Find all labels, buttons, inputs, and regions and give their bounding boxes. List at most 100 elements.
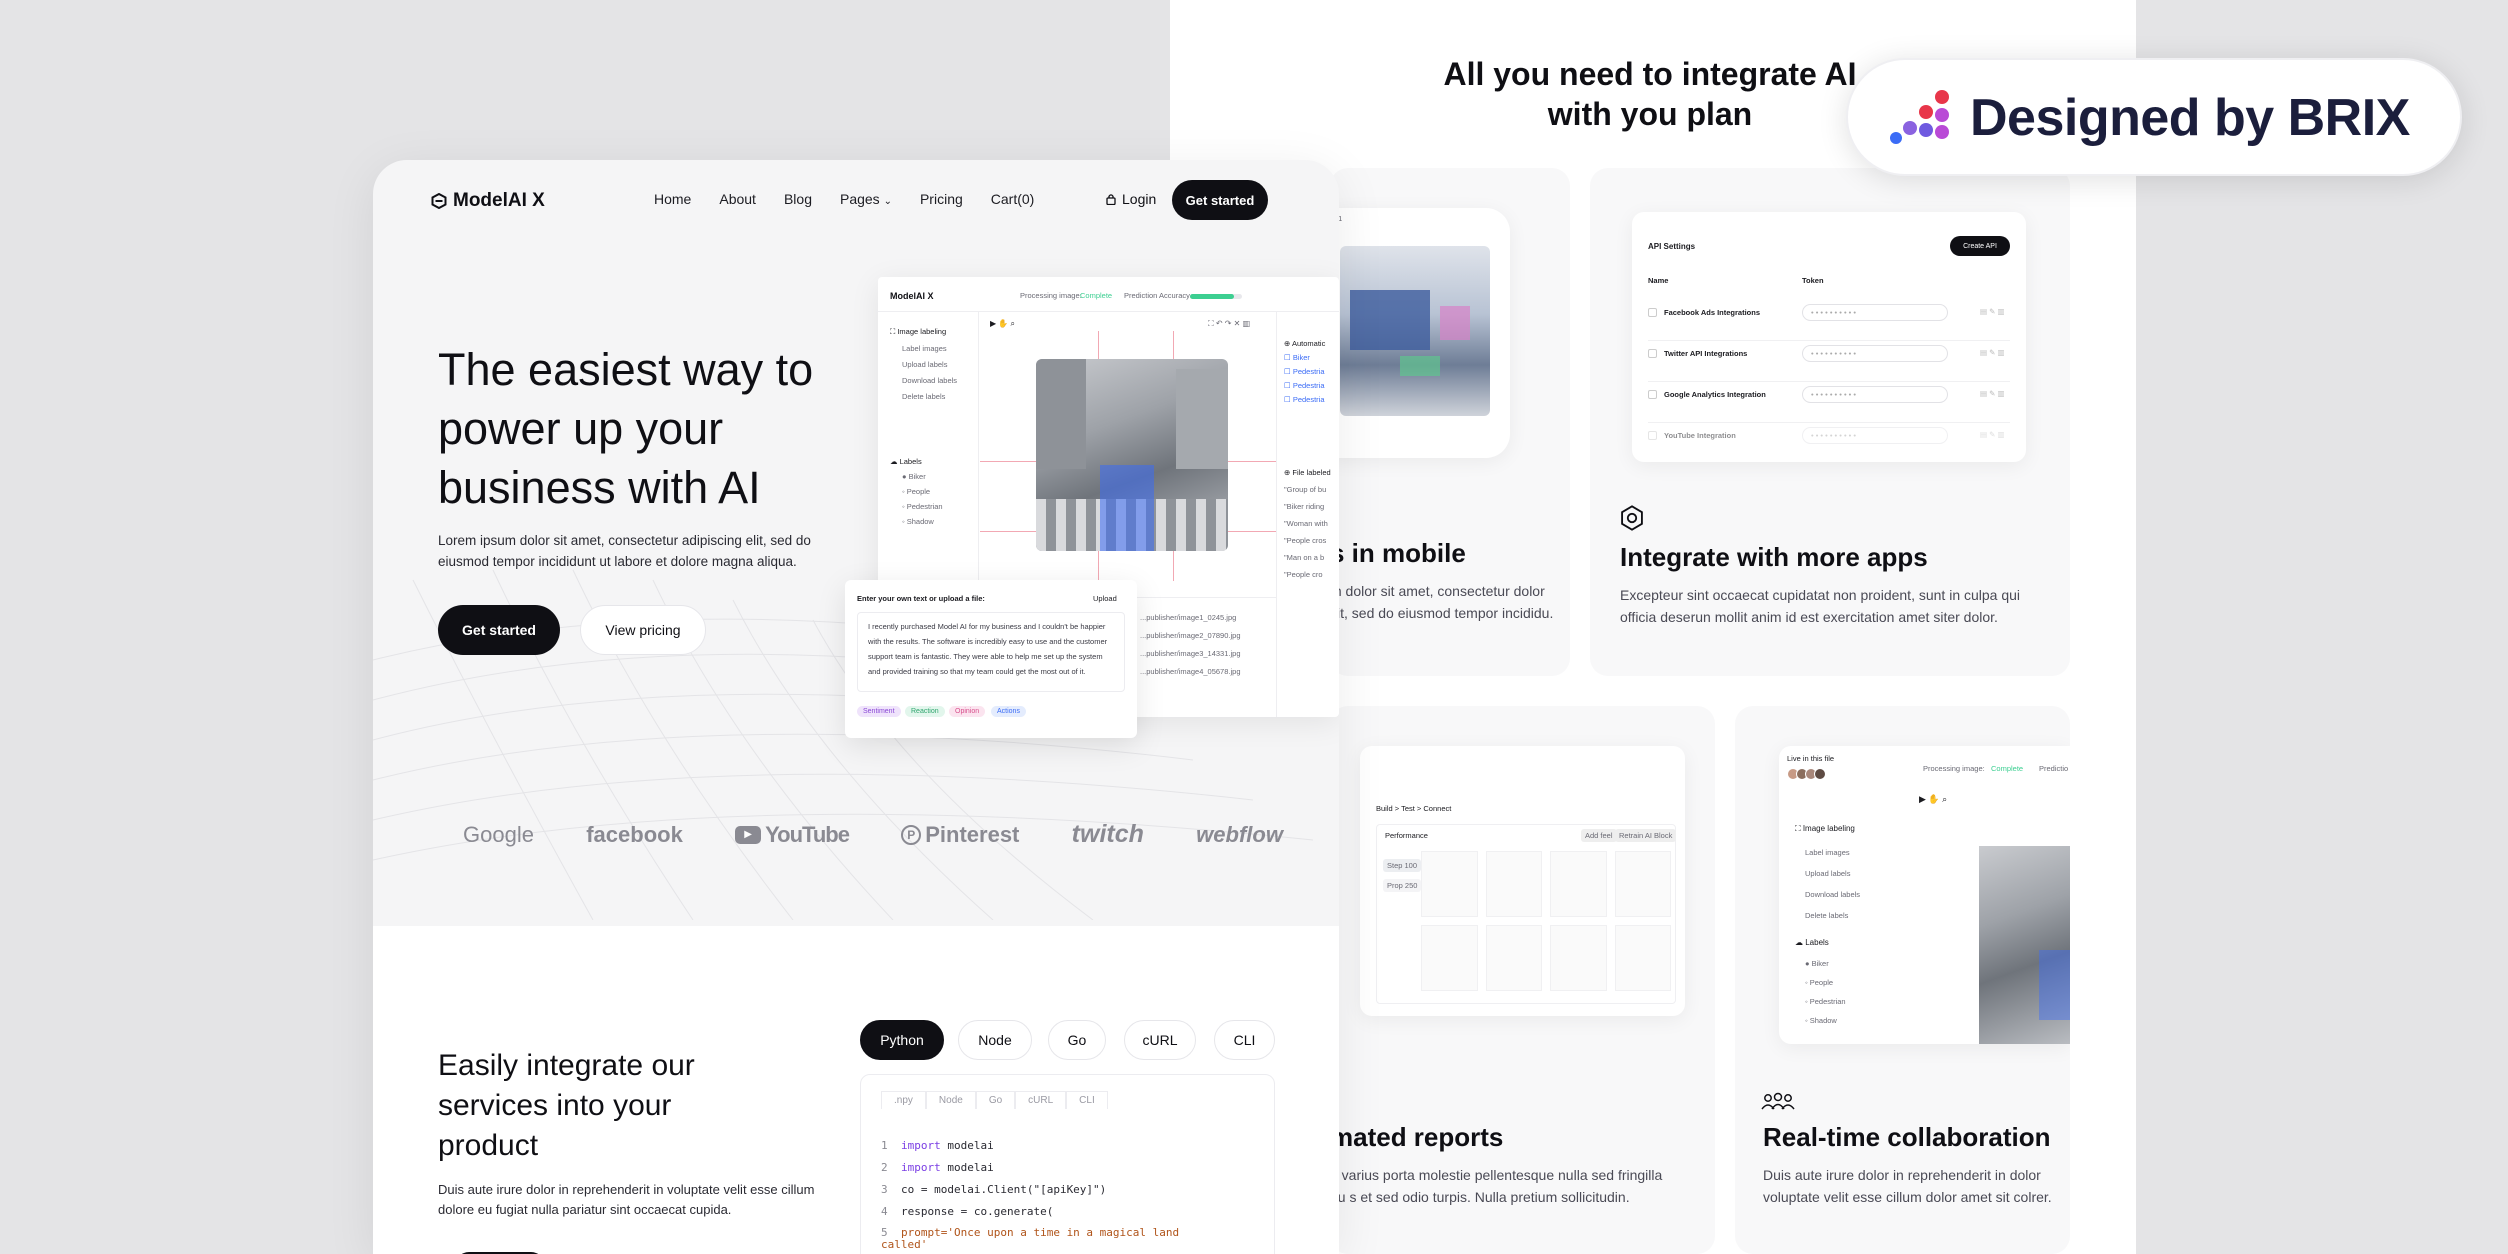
canvas-tools-icon[interactable]: ⛶ ↶ ↷ ✕ ▥ <box>1208 319 1250 329</box>
tab-python[interactable]: Python <box>860 1020 944 1060</box>
file-label-item[interactable]: "Woman with <box>1284 519 1339 528</box>
nav-get-started-button[interactable]: Get started <box>1172 180 1268 220</box>
file-label-item[interactable]: "Man on a b <box>1284 553 1339 562</box>
row-checkbox[interactable] <box>1648 390 1657 399</box>
auto-item[interactable]: ☐ Biker <box>1284 353 1339 362</box>
row-actions-icon[interactable]: ▤ ✎ ▥ <box>1980 348 2005 357</box>
code-tab[interactable]: CLI <box>1066 1091 1108 1109</box>
actions-pill[interactable]: Actions <box>991 706 1026 717</box>
code-tab[interactable]: Node <box>925 1091 976 1109</box>
auto-item[interactable]: ☐ Pedestria <box>1284 381 1339 390</box>
code-text: prompt='Once upon a time in a magical la… <box>881 1226 1180 1251</box>
nav-blog[interactable]: Blog <box>784 191 812 207</box>
row-actions-icon[interactable]: ▤ ✎ ▥ <box>1980 307 2005 316</box>
code-tab[interactable]: .npy <box>881 1091 926 1109</box>
text-card-body-box[interactable]: I recently purchased Model AI for my bus… <box>857 612 1125 692</box>
sidebar-item-image-labeling[interactable]: ⛶ Image labeling <box>890 327 980 337</box>
nav-pricing[interactable]: Pricing <box>920 191 963 207</box>
labels-head[interactable]: ☁ Labels <box>1795 938 1895 947</box>
collab-sidebar: ⛶ Image labeling Label images Upload lab… <box>1795 824 1895 1025</box>
brix-badge[interactable]: Designed by BRIX <box>1846 58 2462 176</box>
play-icon[interactable]: ▶ ✋ ⌕ <box>1919 794 1947 805</box>
row-checkbox[interactable] <box>1648 308 1657 317</box>
label-item[interactable]: ◦ People <box>902 487 980 496</box>
sidebar-item[interactable]: Upload labels <box>902 360 980 369</box>
file-item[interactable]: ...publisher/image3_14331.jpg <box>1140 649 1241 658</box>
api-row: Twitter API Integrations • • • • • • • •… <box>1648 341 2010 382</box>
label-item[interactable]: ● Biker <box>902 472 980 481</box>
nav-home[interactable]: Home <box>654 191 691 207</box>
file-item[interactable]: ...publisher/image1_0245.jpg <box>1140 613 1241 622</box>
row-actions-icon[interactable]: ▤ ✎ ▥ <box>1980 389 2005 398</box>
file-label-item[interactable]: "People cro <box>1284 570 1339 579</box>
table-title: Performance <box>1385 831 1428 840</box>
get-started-button[interactable]: Get started <box>438 605 560 655</box>
sidebar-item[interactable]: Delete labels <box>1805 911 1895 920</box>
brand-icon <box>431 193 447 209</box>
label-item-label: Pedestrian <box>906 502 943 511</box>
sidebar-item-label: Delete labels <box>1805 911 1849 920</box>
sentiment-pill[interactable]: Sentiment <box>857 706 901 717</box>
code-tab[interactable]: cURL <box>1015 1091 1067 1109</box>
auto-item[interactable]: ☐ Pedestria <box>1284 367 1339 376</box>
label-item[interactable]: ◦ Shadow <box>1805 1016 1895 1025</box>
label-item[interactable]: ● Biker <box>1805 959 1895 968</box>
file-item[interactable]: ...publisher/image2_07890.jpg <box>1140 631 1241 640</box>
token-field[interactable]: • • • • • • • • • • <box>1802 427 1948 444</box>
login-label: Login <box>1122 191 1157 207</box>
file-list: ...publisher/image1_0245.jpg ...publishe… <box>1140 613 1241 676</box>
tab-curl[interactable]: cURL <box>1124 1020 1196 1060</box>
sidebar-item[interactable]: Download labels <box>902 376 980 385</box>
label-item[interactable]: ◦ Shadow <box>902 517 980 526</box>
nav-about[interactable]: About <box>719 191 756 207</box>
nav-cart[interactable]: Cart(0) <box>991 191 1035 207</box>
file-label-item[interactable]: "Biker riding <box>1284 502 1339 511</box>
sidebar-item[interactable]: Label images <box>1805 848 1895 857</box>
row-name: Facebook Ads Integrations <box>1664 308 1760 317</box>
code-block: .npy Node Go cURL CLI 1 import modelai 2i… <box>860 1074 1275 1254</box>
auto-item-label: Pedestria <box>1292 367 1325 376</box>
code-tab[interactable]: Go <box>975 1091 1016 1109</box>
create-api-button[interactable]: Create API <box>1950 236 2010 256</box>
upload-button[interactable]: Upload <box>1093 594 1117 603</box>
file-item[interactable]: ...publisher/image4_05678.jpg <box>1140 667 1241 676</box>
token-field[interactable]: • • • • • • • • • • <box>1802 345 1948 362</box>
play-icon[interactable]: ▶ ✋ ⌕ <box>990 319 1015 329</box>
opinion-pill[interactable]: Opinion <box>949 706 986 717</box>
nav-pages[interactable]: Pages ⌄ <box>840 191 892 207</box>
card-text: Duis aute irure dolor in reprehenderit i… <box>1763 1167 2052 1205</box>
retrain-button[interactable]: Retrain AI Block <box>1615 829 1677 842</box>
biker-label-box <box>1100 465 1154 551</box>
chevron-down-icon: ⌄ <box>883 196 892 207</box>
tab-cli[interactable]: CLI <box>1214 1020 1275 1060</box>
auto-item[interactable]: ☐ Pedestria <box>1284 395 1339 404</box>
sidebar-item[interactable]: Upload labels <box>1805 869 1895 878</box>
sidebar-item[interactable]: Label images <box>902 344 980 353</box>
reaction-pill[interactable]: Reaction <box>905 706 945 717</box>
login-link[interactable]: Login <box>1106 191 1156 207</box>
file-label-item[interactable]: "Group of bu <box>1284 485 1339 494</box>
file-label-item[interactable]: "People cros <box>1284 536 1339 545</box>
row-checkbox[interactable] <box>1648 349 1657 358</box>
sidebar-item[interactable]: Download labels <box>1805 890 1895 899</box>
labels-head[interactable]: ☁ Labels <box>890 457 980 466</box>
sidebar-item[interactable]: Delete labels <box>902 392 980 401</box>
label-item[interactable]: ◦ Pedestrian <box>902 502 980 511</box>
status-label: Complete <box>1080 291 1113 300</box>
side-tag[interactable]: Step 100 <box>1383 859 1422 872</box>
label-item-label: Pedestrian <box>1809 997 1846 1006</box>
side-tag[interactable]: Prop 250 <box>1383 879 1422 892</box>
tab-go[interactable]: Go <box>1048 1020 1106 1060</box>
sidebar-item-image-labeling[interactable]: ⛶ Image labeling <box>1795 824 1895 834</box>
token-field[interactable]: • • • • • • • • • • <box>1802 386 1948 403</box>
add-feel-button[interactable]: Add feel <box>1581 829 1617 842</box>
label-item[interactable]: ◦ Pedestrian <box>1805 997 1895 1006</box>
row-actions-icon[interactable]: ▤ ✎ ▥ <box>1980 430 2005 439</box>
brand-logo[interactable]: ModelAI X <box>431 190 545 212</box>
row-checkbox[interactable] <box>1648 431 1657 440</box>
token-field[interactable]: • • • • • • • • • • <box>1802 304 1948 321</box>
view-pricing-button[interactable]: View pricing <box>580 605 706 655</box>
youtube-logo-label: YouTube <box>765 821 850 847</box>
label-item[interactable]: ◦ People <box>1805 978 1895 987</box>
tab-node[interactable]: Node <box>958 1020 1032 1060</box>
